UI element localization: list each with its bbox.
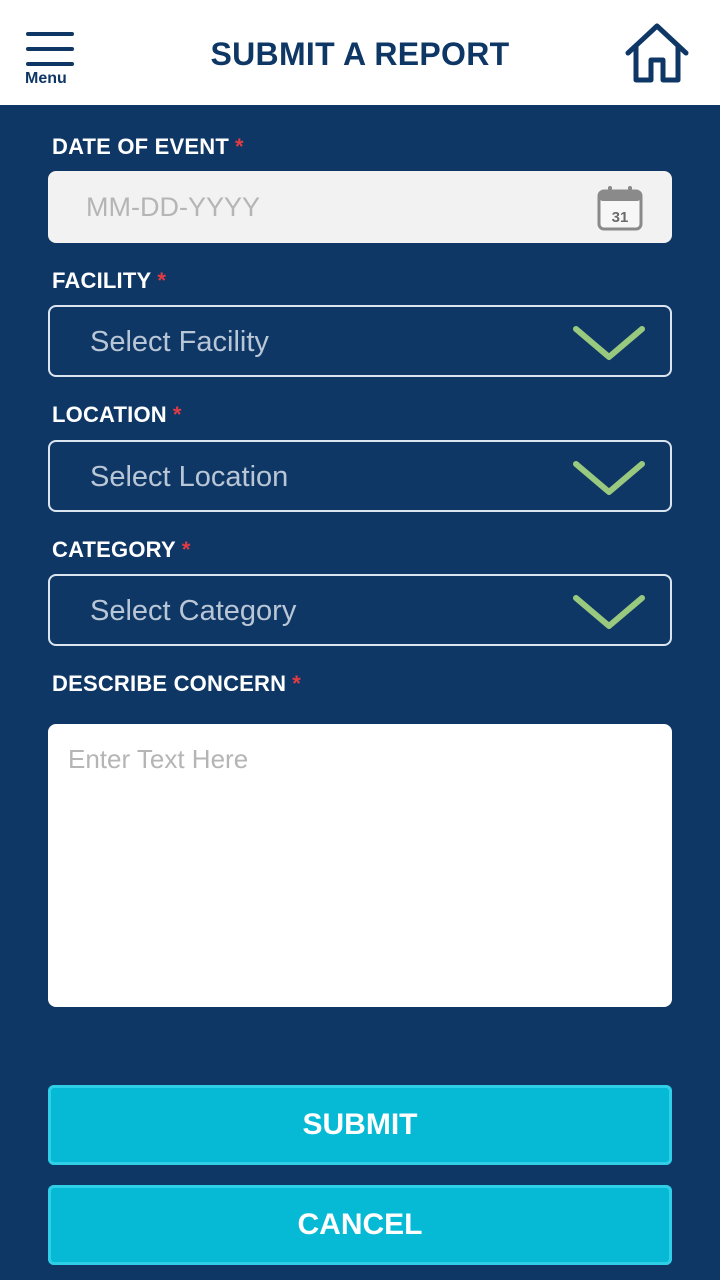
category-label-text: CATEGORY: [52, 537, 176, 562]
date-of-event-input[interactable]: [48, 171, 608, 243]
location-label-text: LOCATION: [52, 402, 167, 427]
submit-report-screen: Menu SUBMIT A REPORT DATE OF EVENT* 31 F…: [0, 0, 720, 1280]
location-label: LOCATION *: [52, 402, 182, 428]
home-icon: [625, 23, 689, 83]
calendar-day-number: 31: [612, 209, 629, 226]
date-of-event-field: 31: [48, 171, 672, 243]
describe-concern-label: DESCRIBE CONCERN *: [52, 671, 301, 697]
chevron-down-icon: [573, 595, 645, 629]
cancel-button[interactable]: CANCEL: [48, 1185, 672, 1265]
describe-concern-textarea[interactable]: [48, 724, 672, 1007]
category-select[interactable]: Select Category: [48, 574, 672, 646]
chevron-down-icon: [573, 326, 645, 360]
date-of-event-label: DATE OF EVENT *: [52, 134, 244, 160]
required-asterisk: *: [157, 268, 167, 293]
facility-label: FACILITY *: [52, 268, 166, 294]
chevron-down-icon: [573, 461, 645, 495]
page-title: SUBMIT A REPORT: [210, 36, 510, 72]
required-asterisk: *: [234, 134, 244, 159]
calendar-icon: 31: [597, 186, 643, 231]
submit-button[interactable]: SUBMIT: [48, 1085, 672, 1165]
location-select-placeholder: Select Location: [90, 461, 289, 493]
describe-concern-field: [48, 724, 672, 1007]
category-select-placeholder: Select Category: [90, 595, 297, 627]
category-label: CATEGORY *: [52, 537, 191, 563]
home-button[interactable]: [624, 22, 690, 84]
required-asterisk: *: [181, 537, 191, 562]
describe-concern-label-text: DESCRIBE CONCERN: [52, 671, 287, 696]
required-asterisk: *: [292, 671, 301, 696]
required-asterisk: *: [172, 402, 182, 427]
facility-label-text: FACILITY: [52, 268, 152, 293]
location-select[interactable]: Select Location: [48, 440, 672, 512]
date-of-event-label-text: DATE OF EVENT: [52, 134, 229, 159]
facility-select-placeholder: Select Facility: [90, 326, 269, 358]
app-header: Menu SUBMIT A REPORT: [0, 0, 720, 105]
facility-select[interactable]: Select Facility: [48, 305, 672, 377]
calendar-button[interactable]: 31: [596, 184, 644, 232]
